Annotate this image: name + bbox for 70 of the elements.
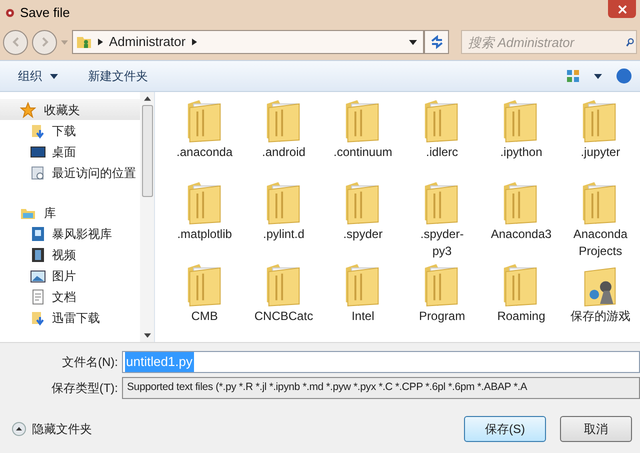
hide-folders-toggle[interactable]: 隐藏文件夹	[12, 420, 92, 438]
sidebar-item[interactable]: 下载	[0, 120, 140, 141]
download-icon	[30, 310, 46, 326]
file-name[interactable]: .spyder-py3	[411, 226, 474, 260]
save-button[interactable]: 保存(S)	[464, 416, 546, 442]
caret-icon[interactable]	[594, 74, 602, 78]
filename-label: 文件名(N):	[61, 354, 119, 371]
recent-icon	[30, 164, 46, 180]
file-name[interactable]: Anaconda3	[490, 226, 552, 243]
close-button[interactable]	[608, 0, 636, 18]
collapse-icon	[12, 422, 26, 436]
scroll-down-icon[interactable]	[144, 333, 150, 338]
sidebar-item[interactable]: 视频	[0, 244, 140, 265]
file-name[interactable]: .continuum	[332, 144, 394, 161]
view-options-icon[interactable]	[566, 69, 580, 83]
app-icon	[4, 7, 16, 19]
cancel-button[interactable]: 取消	[560, 416, 632, 442]
picture-icon	[30, 268, 46, 284]
sidebar-item[interactable]: 暴风影视库	[0, 223, 140, 244]
desktop-icon	[30, 144, 46, 160]
search-field[interactable]: 搜索 Administrator	[461, 30, 637, 54]
download-icon	[30, 122, 46, 138]
sidebar-item[interactable]: 桌面	[0, 141, 140, 162]
file-name[interactable]: .matplotlib	[174, 226, 236, 243]
file-name[interactable]: .spyder	[332, 226, 394, 243]
scroll-up-icon[interactable]	[144, 96, 150, 101]
new-folder-button[interactable]: 新建文件夹	[88, 67, 148, 85]
file-name[interactable]: CMB	[174, 308, 236, 325]
breadcrumb[interactable]: Administrator	[109, 32, 186, 52]
file-name[interactable]: .anaconda	[174, 144, 236, 161]
address-bar[interactable]: Administrator	[72, 30, 424, 54]
history-dropdown-icon[interactable]	[61, 40, 68, 44]
sidebar-item[interactable]: 图片	[0, 265, 140, 286]
caret-icon	[50, 74, 58, 78]
film-icon	[30, 246, 46, 262]
document-icon	[30, 288, 46, 304]
sidebar-item[interactable]: 迅雷下载	[0, 307, 140, 328]
organize-menu[interactable]: 组织	[18, 67, 58, 85]
star-icon	[20, 102, 36, 118]
file-name[interactable]: .android	[252, 144, 315, 161]
close-icon	[618, 4, 626, 14]
file-name[interactable]: .pylint.d	[252, 226, 315, 243]
video-icon	[30, 226, 46, 242]
back-button[interactable]	[3, 30, 28, 54]
refresh-button[interactable]	[424, 30, 449, 54]
sidebar-item[interactable]: 文档	[0, 286, 140, 307]
refresh-icon	[430, 35, 444, 49]
file-name[interactable]: .idlerc	[411, 144, 474, 161]
sidebar-group[interactable]: 收藏夹	[0, 99, 140, 120]
search-icon[interactable]	[626, 37, 634, 47]
file-type-dropdown[interactable]: Supported text files (*.py *.R *.jl *.ipynb *.md *.pyw *.pyx *.C *.CPP *.6pl *.6pm *.ABAP *.A	[122, 377, 640, 399]
file-type-label: 保存类型(T):	[50, 380, 119, 397]
file-name[interactable]: CNCBCatc	[252, 308, 315, 325]
forward-button[interactable]	[32, 30, 57, 54]
user-folder-icon	[76, 34, 92, 50]
file-name[interactable]: Roaming	[490, 308, 552, 325]
file-name[interactable]: Program	[411, 308, 474, 325]
arrow-right-icon	[40, 37, 50, 47]
chevron-icon[interactable]	[98, 38, 103, 46]
file-name[interactable]: 保存的游戏	[569, 308, 632, 325]
chevron-icon[interactable]	[192, 38, 197, 46]
file-name[interactable]: .ipython	[490, 144, 552, 161]
window-title: Save file	[20, 4, 70, 22]
file-name[interactable]: Intel	[332, 308, 394, 325]
arrow-left-icon	[10, 37, 20, 47]
sidebar-item[interactable]: 最近访问的位置	[0, 162, 140, 183]
file-name[interactable]: .jupyter	[569, 144, 632, 161]
scrollbar[interactable]	[140, 92, 154, 342]
sidebar-group[interactable]: 库	[0, 202, 140, 223]
file-name[interactable]: Anaconda Projects	[569, 226, 632, 260]
